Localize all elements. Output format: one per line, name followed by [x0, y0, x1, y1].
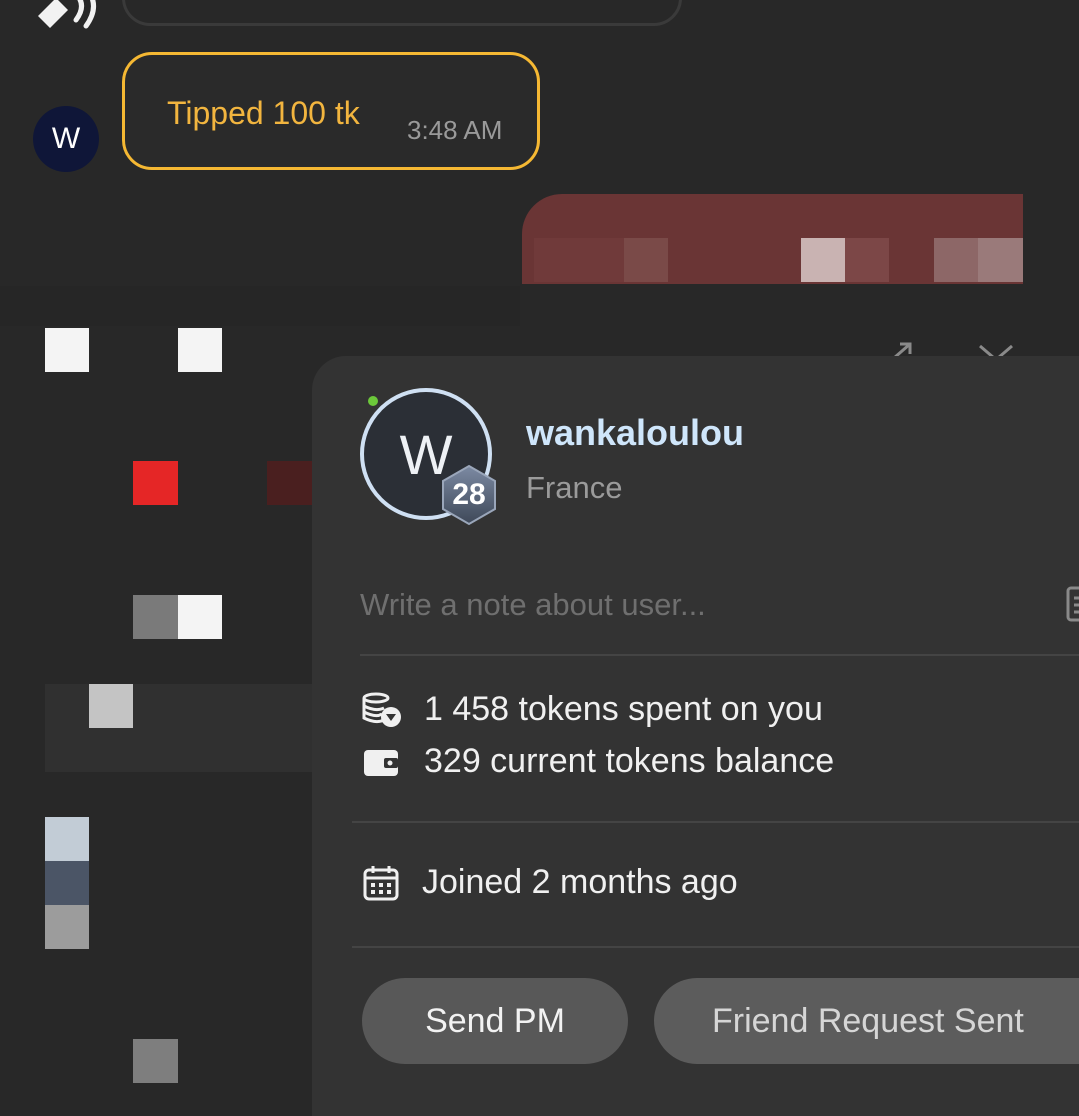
tokens-spent-text: 1 458 tokens spent on you [424, 690, 823, 728]
username[interactable]: wankaloulou [526, 412, 744, 454]
friend-request-sent-button[interactable]: Friend Request Sent [654, 978, 1079, 1064]
tokens-balance-text: 329 current tokens balance [424, 742, 835, 780]
divider [352, 821, 1079, 823]
user-country: France [526, 470, 623, 505]
divider [352, 946, 1079, 948]
user-profile-popup: W 28 wankaloulou France 1 458 tokens sp [312, 356, 1079, 1116]
send-pm-button[interactable]: Send PM [362, 978, 628, 1064]
tokens-spent-row: 1 458 tokens spent on you [362, 690, 823, 729]
sender-avatar[interactable]: W [33, 106, 99, 172]
tip-message-time: 3:48 AM [407, 115, 503, 145]
tokens-balance-row: 329 current tokens balance [362, 742, 834, 781]
tip-message-text: Tipped 100 tk [167, 95, 360, 131]
joined-row: Joined 2 months ago [362, 863, 738, 902]
joined-text: Joined 2 months ago [422, 863, 738, 901]
level-badge-text: 28 [452, 478, 486, 511]
user-note-input[interactable] [358, 578, 1052, 632]
chat-message-bubble [122, 0, 682, 26]
coins-icon [362, 692, 401, 727]
tip-message-bubble: Tipped 100 tk 3:48 AM [122, 52, 540, 170]
online-status-indicator [368, 396, 378, 406]
megaphone-icon [34, 0, 100, 32]
divider [360, 654, 1079, 656]
notes-icon[interactable] [1066, 586, 1079, 622]
sender-avatar-letter: W [51, 122, 81, 155]
calendar-icon [363, 865, 399, 900]
wallet-icon [364, 749, 398, 776]
